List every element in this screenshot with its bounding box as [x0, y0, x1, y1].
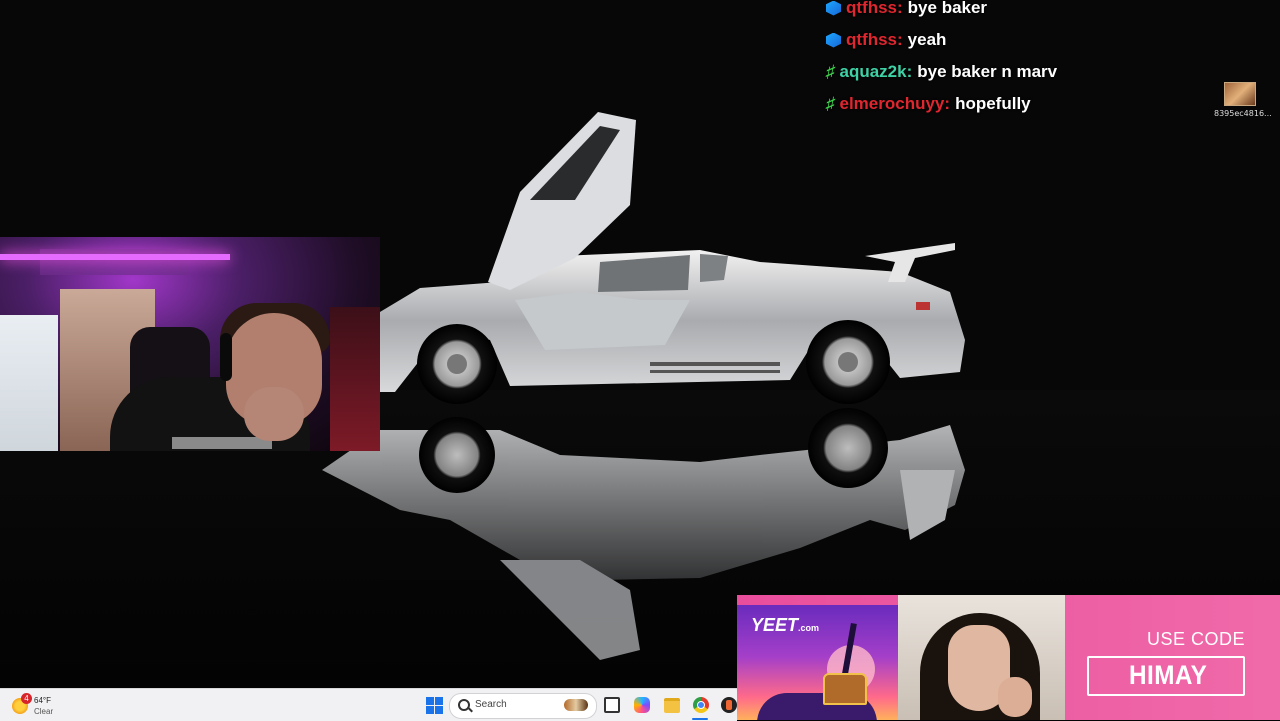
- cube-badge-icon: [826, 32, 841, 48]
- yeet-logo: YEET.com: [751, 615, 820, 635]
- promo-code: HIMAY: [1129, 660, 1208, 690]
- chat-colon: :: [897, 30, 903, 49]
- weather-widget[interactable]: 4 64°F Clear: [12, 693, 72, 719]
- sponsor-banner[interactable]: YEET.com USE CODE HIMAY: [737, 595, 1280, 720]
- yeet-ad-art: YEET.com: [737, 605, 898, 720]
- chat-message: ♯ elmerochuyy : hopefully: [826, 88, 1246, 120]
- chrome-icon: [693, 697, 709, 713]
- task-view-icon: [604, 697, 620, 713]
- weather-temperature: 64°F: [34, 696, 51, 705]
- promo-code-box: HIMAY: [1087, 656, 1245, 696]
- file-explorer-button[interactable]: [663, 696, 681, 714]
- hash-badge-icon: ♯: [826, 62, 835, 81]
- search-placeholder: Search: [475, 699, 507, 710]
- promo-code-block: USE CODE HIMAY: [1087, 629, 1245, 696]
- task-view-button[interactable]: [603, 696, 621, 714]
- folder-icon: [664, 697, 680, 713]
- chat-text: hopefully: [955, 94, 1031, 113]
- chat-message: ♯ aquaz2k : bye baker n marv: [826, 56, 1246, 88]
- hash-badge-icon: ♯: [826, 94, 835, 113]
- webcam-overlay: [0, 237, 380, 451]
- chat-username: qtfhss: [846, 30, 897, 49]
- chat-colon: :: [944, 94, 951, 113]
- treasure-chest-icon: [823, 673, 867, 705]
- taskbar: 4 64°F Clear Search: [0, 688, 737, 721]
- chat-text: yeah: [907, 30, 947, 49]
- chrome-button[interactable]: [692, 696, 710, 714]
- weather-condition: Clear: [34, 707, 54, 716]
- chat-text: bye baker n marv: [917, 62, 1058, 81]
- chat-overlay: qtfhss : bye baker qtfhss : yeah ♯ aquaz…: [826, 0, 1246, 120]
- windows-icon: [425, 696, 443, 714]
- use-code-label: USE CODE: [1146, 629, 1245, 649]
- chat-colon: :: [897, 0, 903, 17]
- copilot-button[interactable]: [633, 696, 651, 714]
- chat-colon: :: [906, 62, 913, 81]
- taskbar-search[interactable]: Search: [449, 693, 597, 719]
- ad-model-photo: [898, 595, 1065, 720]
- copilot-icon: [634, 697, 650, 713]
- search-icon: [458, 699, 470, 711]
- chat-username: qtfhss: [846, 0, 897, 17]
- chat-username: elmerochuyy: [839, 94, 945, 113]
- cube-badge-icon: [826, 0, 841, 16]
- start-button[interactable]: [425, 696, 443, 714]
- headset-icon: [220, 333, 232, 381]
- chat-message: qtfhss : bye baker: [826, 0, 1246, 24]
- chat-message: qtfhss : yeah: [826, 24, 1246, 56]
- app-button[interactable]: [720, 696, 738, 714]
- search-highlight-icon: [564, 699, 588, 711]
- notification-badge: 4: [21, 693, 32, 704]
- led-light-strip: [0, 254, 230, 260]
- app-icon: [721, 697, 737, 713]
- chat-username: aquaz2k: [839, 62, 907, 81]
- chat-text: bye baker: [907, 0, 988, 17]
